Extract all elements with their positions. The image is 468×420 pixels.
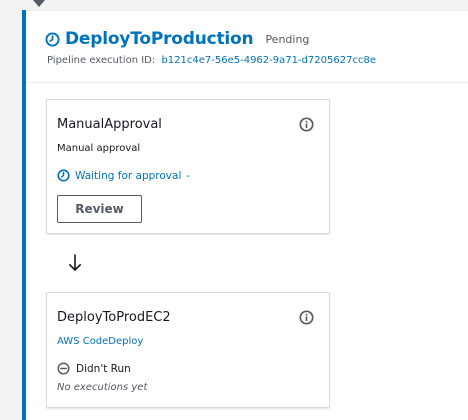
execution-id-label: Pipeline execution ID: xyxy=(47,55,156,66)
provider-link[interactable]: AWS CodeDeploy xyxy=(57,336,143,347)
status-suffix: - xyxy=(186,169,191,182)
action-name: ManualApproval xyxy=(57,117,162,132)
action-type: Manual approval xyxy=(57,143,141,154)
action-card-manual-approval: ManualApproval Manual approval Waiting f… xyxy=(46,99,330,234)
execution-detail: No executions yet xyxy=(57,382,148,393)
stage-title-row: DeployToProduction Pending xyxy=(45,29,309,49)
action-card-deploy-ec2: DeployToProdEC2 AWS CodeDeploy Didn't Ru… xyxy=(46,292,330,408)
arrow-down-icon xyxy=(68,254,82,272)
stage-header: DeployToProduction Pending Pipeline exec… xyxy=(24,17,462,75)
status-text: Didn't Run xyxy=(76,362,131,375)
clock-icon xyxy=(45,31,60,47)
header-divider xyxy=(26,82,468,83)
info-icon[interactable] xyxy=(299,310,314,325)
stage-name: DeployToProduction xyxy=(65,29,254,49)
transition-caret-icon xyxy=(33,0,45,7)
action-status: Waiting for approval - xyxy=(57,169,190,182)
review-button[interactable]: Review xyxy=(57,195,142,223)
action-name: DeployToProdEC2 xyxy=(57,310,171,325)
info-icon[interactable] xyxy=(299,117,314,132)
execution-id-row: Pipeline execution ID: b121c4e7-56e5-496… xyxy=(47,55,376,66)
clock-icon xyxy=(57,169,70,182)
execution-id-link[interactable]: b121c4e7-56e5-4962-9a71-d7205627cc8e xyxy=(161,55,376,66)
action-status: Didn't Run xyxy=(57,362,131,375)
status-link[interactable]: Waiting for approval xyxy=(75,170,181,182)
stage-status: Pending xyxy=(265,32,310,46)
minus-circle-icon xyxy=(57,362,70,375)
previous-stage-strip xyxy=(0,0,468,10)
